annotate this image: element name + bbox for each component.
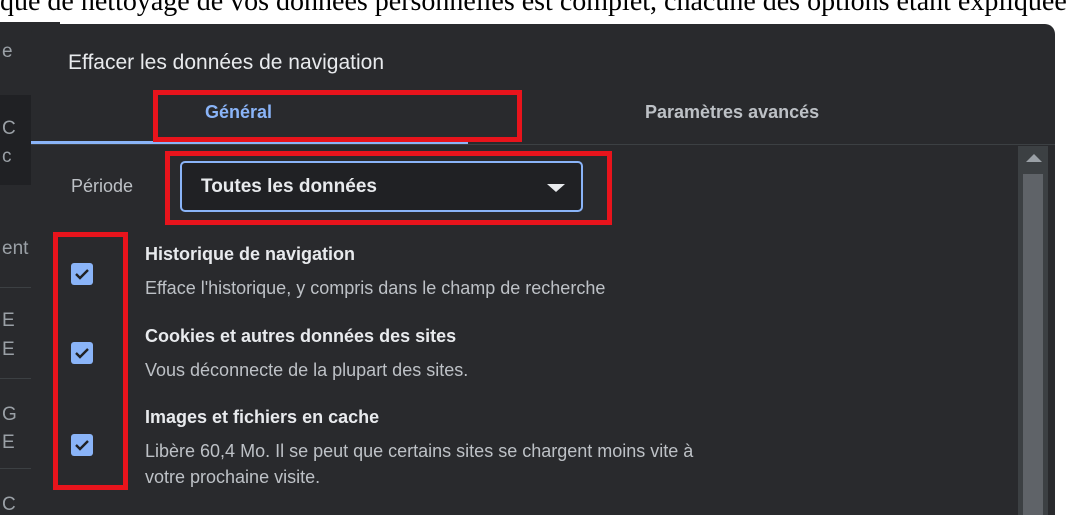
- document-text-line: que de nettoyage de vos données personne…: [0, 0, 1066, 16]
- background-text-fragment: G: [2, 404, 17, 425]
- list-item-cached-images: Images et fichiers en cache Libère 60,4 …: [145, 407, 693, 490]
- item-title: Historique de navigation: [145, 244, 356, 264]
- period-label: Période: [71, 176, 134, 196]
- annotation-box-general-tab: [153, 90, 522, 142]
- item-title: Images et fichiers en cache: [145, 407, 380, 427]
- tabs-divider: [31, 144, 1055, 145]
- background-text-fragment: E: [2, 310, 15, 331]
- background-text-fragment: e: [2, 41, 13, 62]
- list-item-cookies: Cookies et autres données des sites Vous…: [145, 326, 468, 383]
- list-item-browsing-history: Historique de navigation Efface l'histor…: [145, 244, 605, 301]
- item-description-line: Libère 60,4 Mo. Il se peut que certains …: [145, 441, 694, 461]
- item-description: Efface l'historique, y compris dans le c…: [145, 278, 606, 298]
- item-description: Libère 60,4 Mo. Il se peut que certains …: [145, 438, 693, 490]
- dialog-title: Effacer les données de navigation: [68, 51, 385, 74]
- item-description-line: votre prochaine visite.: [145, 467, 321, 487]
- scrollbar-thumb[interactable]: [1023, 174, 1043, 515]
- annotation-box-checkboxes: [53, 232, 128, 490]
- background-text-fragment: E: [2, 339, 15, 360]
- background-text-fragment: c: [2, 146, 12, 167]
- item-title: Cookies et autres données des sites: [145, 326, 457, 346]
- background-text-fragment: ent: [2, 238, 29, 259]
- annotation-box-period: [165, 151, 612, 225]
- scroll-up-arrow-icon[interactable]: [1026, 154, 1042, 162]
- background-text-fragment: C: [2, 494, 16, 515]
- tab-advanced-settings[interactable]: Paramètres avancés: [645, 102, 819, 123]
- background-text-fragment: C: [2, 118, 16, 139]
- item-description: Vous déconnecte de la plupart des sites.: [145, 360, 469, 380]
- background-text-fragment: E: [2, 432, 15, 453]
